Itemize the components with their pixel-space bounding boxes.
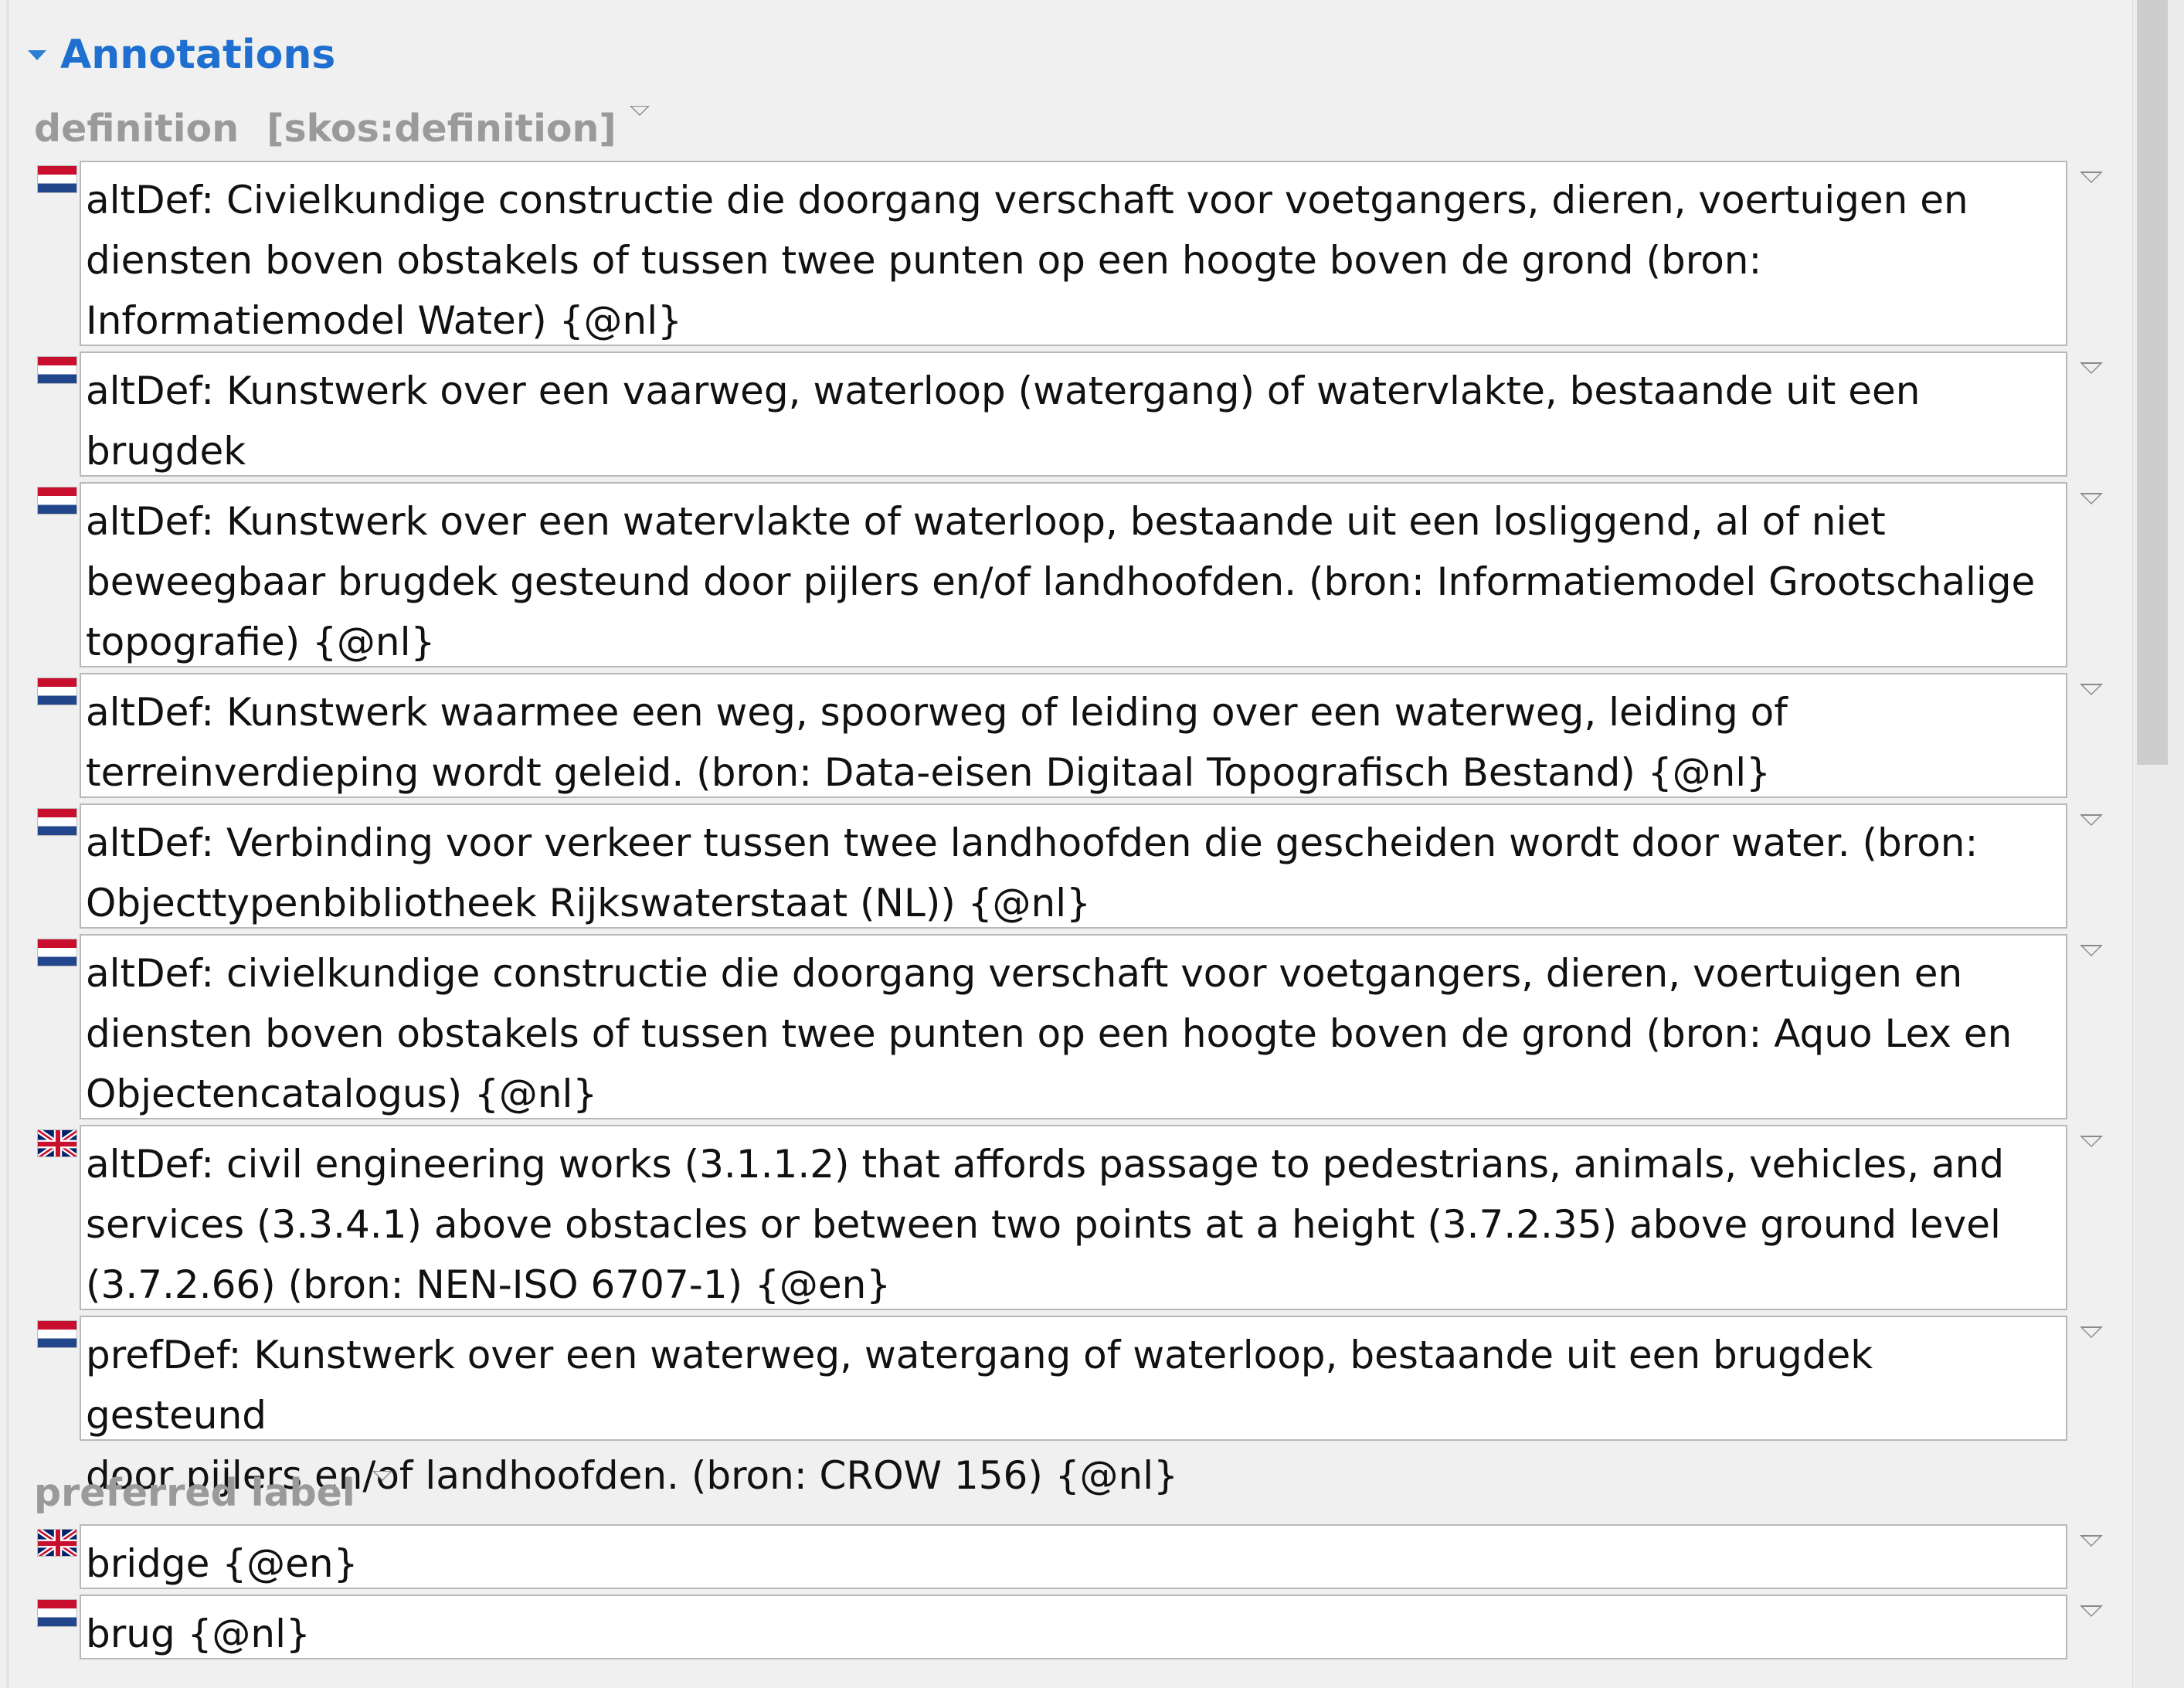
netherlands-flag-icon	[37, 939, 77, 966]
preferred-label-entry-text[interactable]: brug {@nl}	[80, 1595, 2067, 1659]
row-dropdown-icon[interactable]	[2080, 362, 2103, 374]
row-dropdown-icon[interactable]	[2080, 172, 2103, 183]
scrollbar-thumb[interactable]	[2137, 0, 2168, 765]
expand-triangle-icon[interactable]	[28, 49, 46, 60]
definition-label: definition	[34, 106, 239, 151]
netherlands-flag-icon	[37, 678, 77, 705]
row-dropdown-icon[interactable]	[2080, 493, 2103, 504]
definition-entry-text[interactable]: altDef: Civielkundige constructie die do…	[80, 161, 2067, 346]
definition-group-label: definition [skos:definition]	[34, 104, 616, 153]
netherlands-flag-icon	[37, 1599, 77, 1627]
row-dropdown-icon[interactable]	[2080, 1535, 2103, 1547]
preferred-label-dropdown-icon[interactable]	[372, 1471, 392, 1481]
definition-entry-text[interactable]: altDef: Verbinding voor verkeer tussen t…	[80, 803, 2067, 929]
row-dropdown-icon[interactable]	[2080, 814, 2103, 826]
definition-entry-text[interactable]: altDef: Kunstwerk over een vaarweg, wate…	[80, 352, 2067, 534]
netherlands-flag-icon	[37, 356, 77, 384]
definition-entry-text[interactable]: prefDef: Kunstwerk over een waterweg, wa…	[80, 1316, 2067, 1498]
panel-left-border	[6, 0, 9, 1688]
row-dropdown-icon[interactable]	[2080, 1605, 2103, 1617]
netherlands-flag-icon	[37, 808, 77, 836]
definition-entry-text[interactable]: altDef: Kunstwerk over een watervlakte o…	[80, 482, 2067, 667]
preferred-label-entry-text[interactable]: bridge {@en}	[80, 1524, 2067, 1589]
netherlands-flag-icon	[37, 487, 77, 515]
row-dropdown-icon[interactable]	[2080, 1136, 2103, 1147]
row-dropdown-icon[interactable]	[2080, 945, 2103, 956]
definition-entry-text[interactable]: altDef: civielkundige constructie die do…	[80, 934, 2067, 1119]
annotations-section-header[interactable]: Annotations	[28, 28, 335, 82]
uk-flag-icon	[37, 1129, 77, 1157]
definition-property: [skos:definition]	[267, 106, 616, 151]
preferred-label-label: preferred label	[34, 1470, 355, 1515]
preferred-label-group-label: preferred label	[34, 1468, 355, 1517]
netherlands-flag-icon	[37, 1320, 77, 1348]
definition-entry-text[interactable]: altDef: civil engineering works (3.1.1.2…	[80, 1125, 2067, 1310]
row-dropdown-icon[interactable]	[2080, 684, 2103, 695]
uk-flag-icon	[37, 1529, 77, 1557]
row-dropdown-icon[interactable]	[2080, 1326, 2103, 1338]
definition-entry-text[interactable]: altDef: Kunstwerk waarmee een weg, spoor…	[80, 673, 2067, 798]
definition-dropdown-icon[interactable]	[630, 106, 650, 116]
section-title: Annotations	[60, 32, 336, 78]
netherlands-flag-icon	[37, 165, 77, 193]
